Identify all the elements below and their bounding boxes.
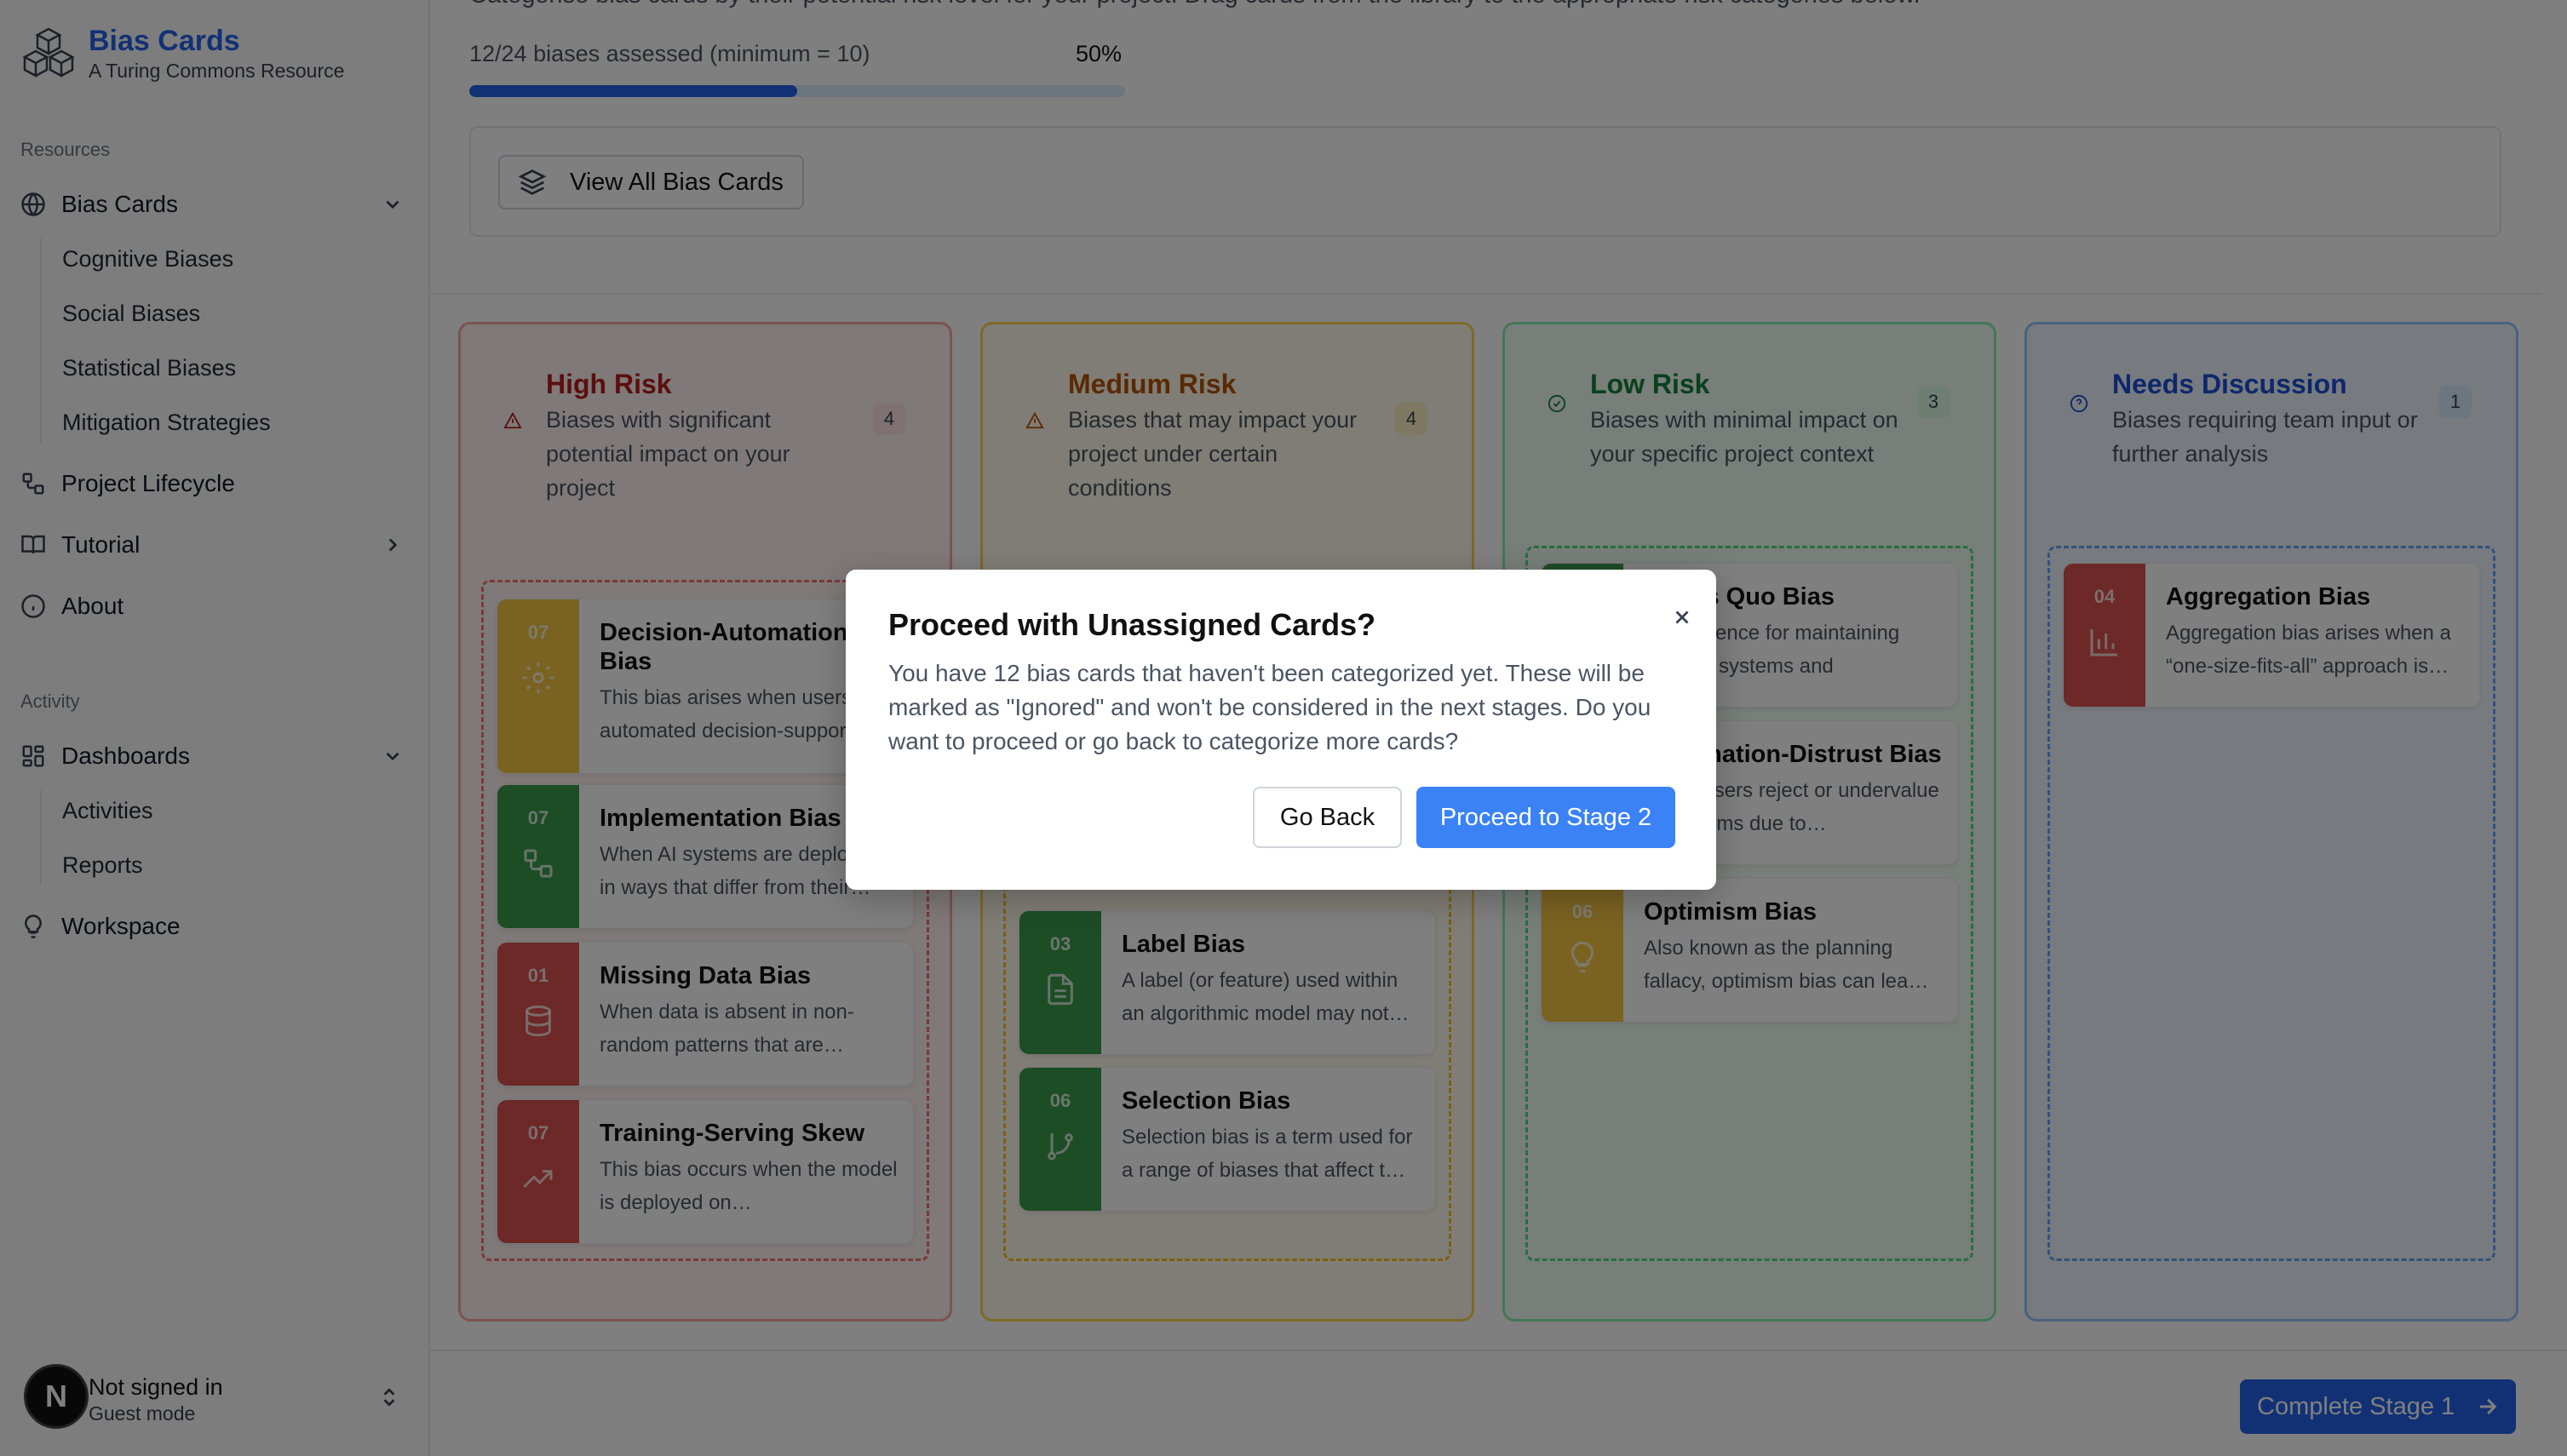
confirm-dialog: Proceed with Unassigned Cards? You have … — [846, 570, 1716, 890]
close-icon — [1675, 610, 1689, 624]
dialog-title: Proceed with Unassigned Cards? — [888, 607, 1376, 642]
dialog-message: You have 12 bias cards that haven't been… — [888, 660, 1651, 754]
go-back-button[interactable]: Go Back — [1253, 787, 1402, 848]
proceed-to-stage-2-button[interactable]: Proceed to Stage 2 — [1416, 787, 1675, 848]
close-button[interactable] — [1665, 600, 1699, 634]
